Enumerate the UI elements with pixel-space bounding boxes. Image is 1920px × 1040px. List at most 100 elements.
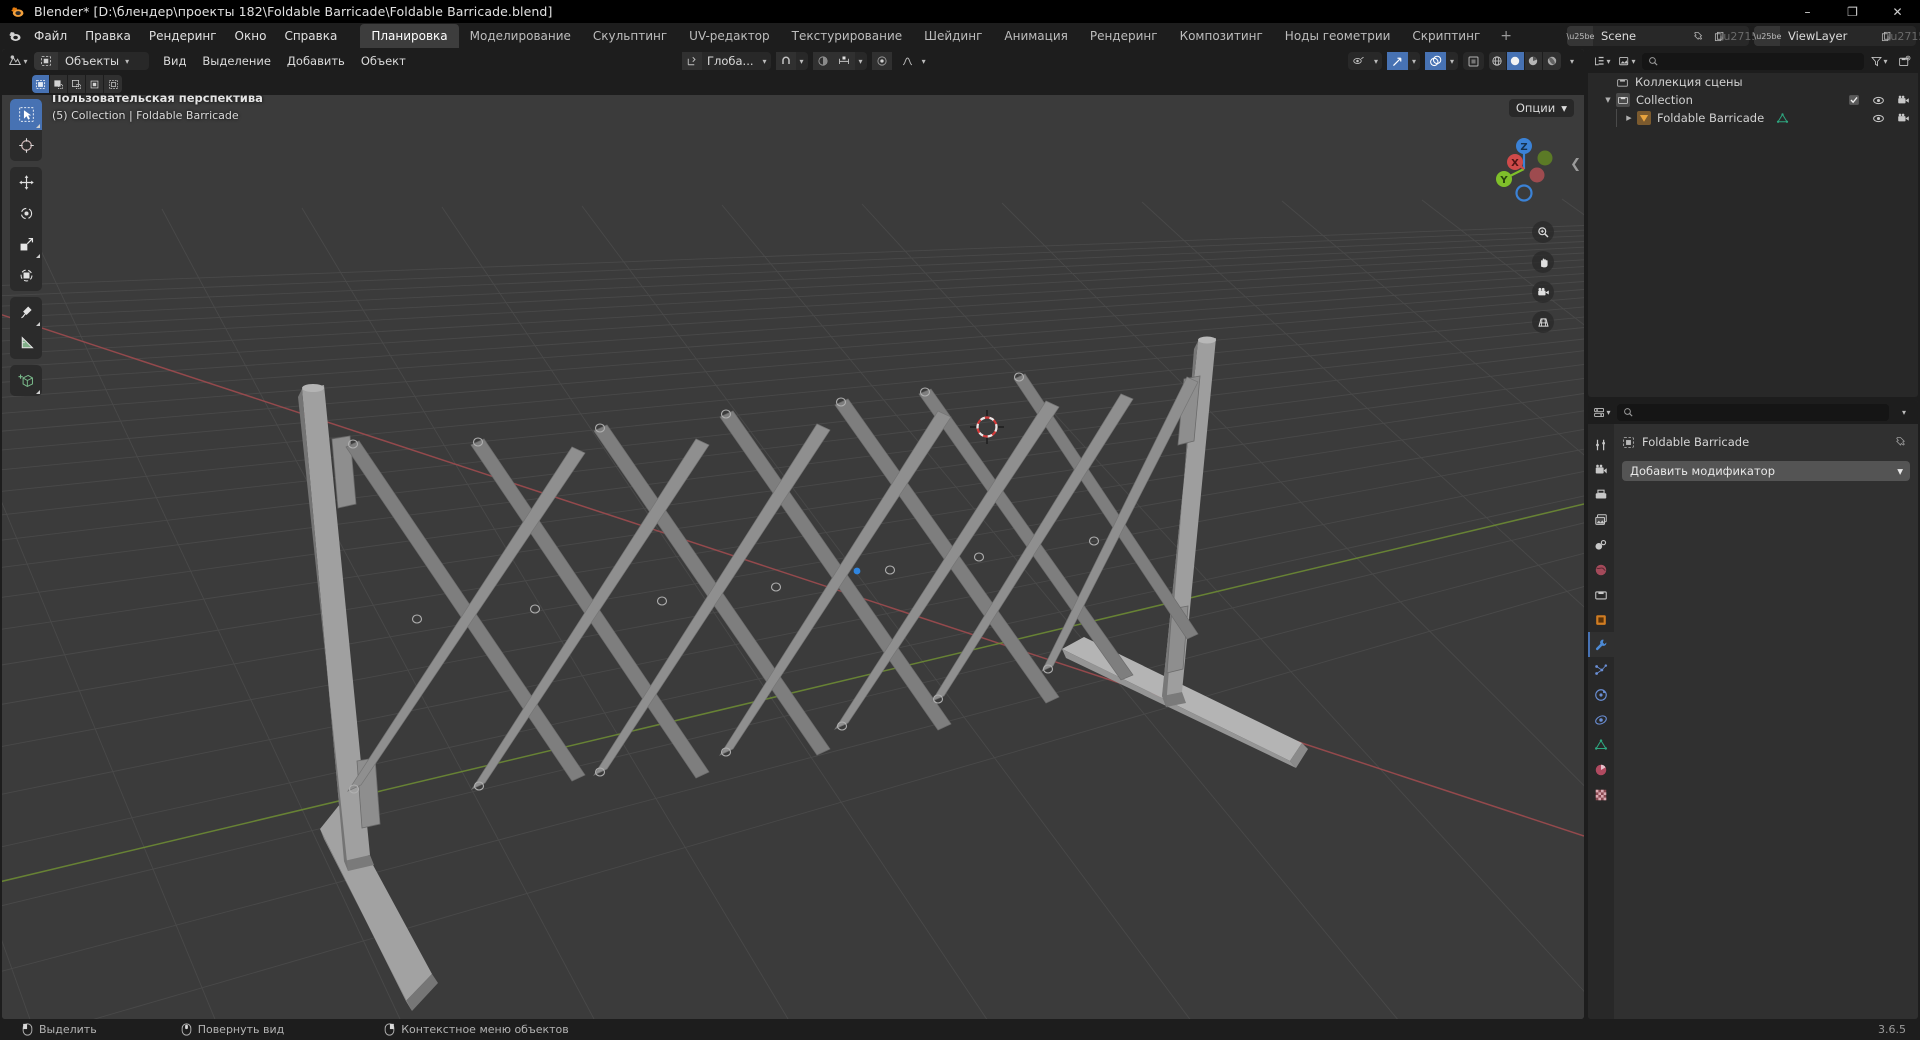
tab-output[interactable] — [1588, 482, 1614, 507]
expand-object-icon[interactable]: ▶ — [1623, 114, 1635, 122]
outliner-editor[interactable]: ▾ ▾ ▾ Коллекция сцены ▼ Collection ▶ Fol… — [1588, 49, 1918, 397]
shading-rendered-button[interactable] — [1542, 52, 1561, 70]
select-subtract-button[interactable] — [68, 75, 86, 93]
mesh-data-icon[interactable] — [1776, 112, 1789, 125]
proportional-icon[interactable] — [812, 52, 833, 70]
checkbox-exclude-collection[interactable] — [1848, 94, 1860, 106]
menu-file[interactable]: Файл — [25, 26, 76, 46]
tab-scripting[interactable]: Скриптинг — [1401, 24, 1491, 48]
tab-texture-paint[interactable]: Текстурирование — [781, 24, 913, 48]
viewport-menu-add[interactable]: Добавить — [279, 52, 353, 70]
gizmo-toggle[interactable]: ▾ — [1386, 52, 1420, 70]
tab-constraints[interactable] — [1588, 707, 1614, 732]
add-workspace-button[interactable]: + — [1491, 26, 1521, 46]
tab-world[interactable] — [1588, 557, 1614, 582]
tool-transform[interactable] — [10, 260, 42, 291]
tab-sculpting[interactable]: Скульптинг — [582, 24, 678, 48]
snap-mode-icon[interactable] — [832, 52, 855, 70]
tab-material[interactable] — [1588, 757, 1614, 782]
select-mode-group[interactable] — [32, 75, 122, 93]
outliner-editor-type-icon[interactable]: ▾ — [1592, 51, 1612, 71]
delete-scene-icon[interactable]: \u2715 — [1720, 26, 1759, 46]
tool-tweak[interactable] — [10, 99, 42, 130]
select-extend-button[interactable] — [50, 75, 68, 93]
tab-render[interactable] — [1588, 457, 1614, 482]
transform-orientation-selector[interactable]: Глоба... ▾ — [682, 52, 771, 70]
tool-add-cube[interactable] — [10, 365, 42, 396]
falloff-curve-icon[interactable] — [897, 52, 918, 70]
tool-scale[interactable] — [10, 229, 42, 260]
properties-options-chevron[interactable]: ▾ — [1894, 402, 1914, 422]
overlays-toggle[interactable]: ▾ — [1424, 52, 1458, 70]
viewport-menu-object[interactable]: Объект — [353, 52, 414, 70]
tab-compositing[interactable]: Композитинг — [1169, 24, 1274, 48]
camera-render-icon[interactable] — [1897, 94, 1910, 107]
pin-scene-icon[interactable] — [1689, 26, 1709, 46]
tab-animation[interactable]: Анимация — [993, 24, 1078, 48]
gizmo-icon[interactable] — [1386, 52, 1408, 70]
object-mode-selector[interactable]: Объекты ▾ — [34, 52, 150, 70]
delete-viewlayer-icon[interactable]: \u2715 — [1887, 26, 1920, 46]
tool-move[interactable] — [10, 167, 42, 198]
snap-toggle[interactable]: ▾ — [775, 52, 808, 70]
maximize-button[interactable]: ❐ — [1830, 0, 1875, 23]
properties-editor[interactable]: ▾ ▾ Foldable Barricade Добавить модифика… — [1588, 400, 1918, 1019]
tab-layout[interactable]: Планировка — [360, 24, 459, 48]
shading-mode-group[interactable] — [1488, 52, 1561, 70]
properties-search-input[interactable] — [1617, 403, 1889, 421]
tool-measure[interactable] — [10, 328, 42, 359]
tab-modeling[interactable]: Моделирование — [459, 24, 582, 48]
pin-properties-icon[interactable] — [1896, 436, 1908, 448]
shading-dropdown[interactable]: ▾ — [1566, 52, 1578, 70]
expand-collection-icon[interactable]: ▼ — [1602, 96, 1614, 104]
viewport-options-button[interactable]: Опции ▾ — [1508, 99, 1574, 117]
outliner-search-field[interactable] — [1664, 54, 1858, 68]
blender-menu-icon[interactable] — [5, 26, 25, 46]
properties-editor-type-icon[interactable]: ▾ — [1592, 402, 1612, 422]
properties-search-field[interactable] — [1639, 405, 1883, 419]
tab-tool[interactable] — [1588, 432, 1614, 457]
navigation-gizmo[interactable]: Z Y X — [1482, 127, 1566, 211]
close-button[interactable]: ✕ — [1875, 0, 1920, 23]
tab-object[interactable] — [1588, 607, 1614, 632]
tool-annotate[interactable] — [10, 297, 42, 328]
menu-render[interactable]: Рендеринг — [140, 26, 226, 46]
viewport-menu-select[interactable]: Выделение — [194, 52, 279, 70]
menu-help[interactable]: Справка — [275, 26, 346, 46]
tab-collection[interactable] — [1588, 582, 1614, 607]
outliner-row-scene-collection[interactable]: Коллекция сцены — [1588, 73, 1918, 91]
add-modifier-button[interactable]: Добавить модификатор ▾ — [1622, 461, 1910, 481]
tab-scene[interactable] — [1588, 532, 1614, 557]
xray-icon[interactable] — [1463, 52, 1484, 70]
proportional-editing-objects[interactable] — [871, 52, 892, 70]
camera-view-icon[interactable] — [1532, 281, 1554, 303]
tab-view-layer[interactable] — [1588, 507, 1614, 532]
tab-uv-editing[interactable]: UV-редактор — [678, 24, 780, 48]
tab-rendering[interactable]: Рендеринг — [1079, 24, 1169, 48]
zoom-view-icon[interactable] — [1532, 221, 1554, 243]
falloff-selector[interactable]: ▾ — [897, 52, 930, 70]
tab-physics[interactable] — [1588, 682, 1614, 707]
overlay-icon[interactable] — [1424, 52, 1446, 70]
magnet-icon[interactable] — [775, 52, 796, 70]
tab-modifiers[interactable] — [1588, 632, 1614, 657]
outliner-filter-icon[interactable]: ▾ — [1869, 51, 1889, 71]
tab-shading[interactable]: Шейдинг — [913, 24, 993, 48]
tab-geometry-nodes[interactable]: Ноды геометрии — [1274, 24, 1402, 48]
editor-type-icon[interactable]: ▾ — [8, 51, 28, 71]
pan-view-icon[interactable] — [1532, 251, 1554, 273]
visibility-selector[interactable]: ▾ — [1347, 52, 1382, 70]
tab-object-data[interactable] — [1588, 732, 1614, 757]
outliner-search-input[interactable] — [1642, 52, 1864, 70]
shading-wireframe-button[interactable] — [1488, 52, 1507, 70]
select-intersect-button[interactable] — [104, 75, 122, 93]
menu-window[interactable]: Окно — [226, 26, 276, 46]
select-set-button[interactable] — [32, 75, 50, 93]
proportional-edit-toggle[interactable]: ▾ — [812, 52, 867, 70]
shading-material-button[interactable] — [1524, 52, 1543, 70]
tool-rotate[interactable] — [10, 198, 42, 229]
scene-selector[interactable]: \u25be Scene \u2715 — [1567, 26, 1759, 46]
xray-toggle[interactable] — [1462, 52, 1484, 70]
camera-render-icon[interactable] — [1897, 112, 1910, 125]
outliner-row-object[interactable]: ▶ Foldable Barricade — [1588, 109, 1918, 127]
